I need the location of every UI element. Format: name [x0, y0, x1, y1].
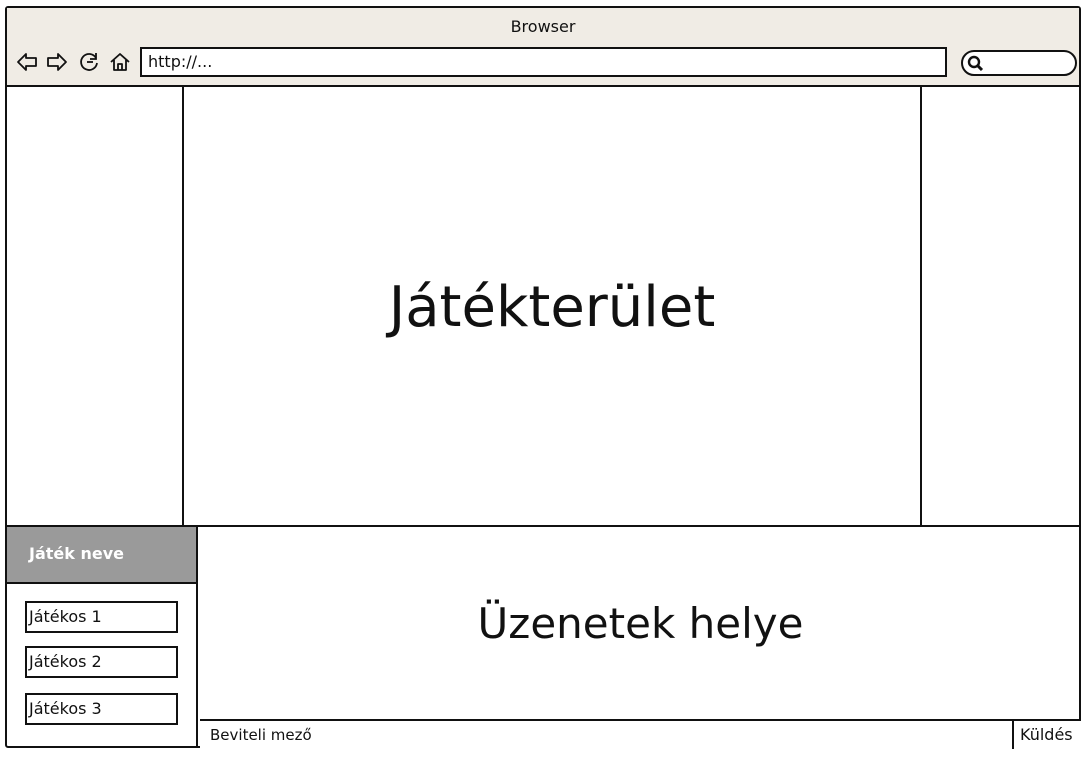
- game-name-header: Játék neve: [7, 527, 196, 584]
- player-item-1[interactable]: Játékos 1: [25, 601, 178, 633]
- window-title: Browser: [510, 17, 576, 36]
- back-arrow-icon[interactable]: [15, 50, 39, 74]
- home-icon[interactable]: [108, 50, 132, 74]
- reload-icon[interactable]: [77, 50, 101, 74]
- player-item-2[interactable]: Játékos 2: [25, 646, 178, 678]
- messages-label: Üzenetek helye: [477, 598, 804, 648]
- browser-toolbar: Browser http://...: [7, 8, 1079, 87]
- browser-window: Browser http://... Játékterület Játék ne…: [5, 6, 1081, 749]
- game-panel: Játék neve Játékos 1 Játékos 2 Játékos 3: [7, 527, 198, 746]
- search-input[interactable]: [961, 50, 1077, 76]
- player-item-3[interactable]: Játékos 3: [25, 693, 178, 725]
- game-area[interactable]: Játékterület: [184, 87, 920, 527]
- url-bar[interactable]: http://...: [140, 47, 947, 77]
- send-button[interactable]: Küldés: [1014, 719, 1081, 749]
- right-column-divider: [920, 87, 922, 527]
- game-area-label: Játékterület: [388, 274, 716, 340]
- search-icon: [967, 55, 984, 72]
- message-input[interactable]: Beviteli mező: [200, 719, 1014, 749]
- forward-arrow-icon[interactable]: [45, 50, 69, 74]
- messages-area: Üzenetek helye: [200, 527, 1081, 719]
